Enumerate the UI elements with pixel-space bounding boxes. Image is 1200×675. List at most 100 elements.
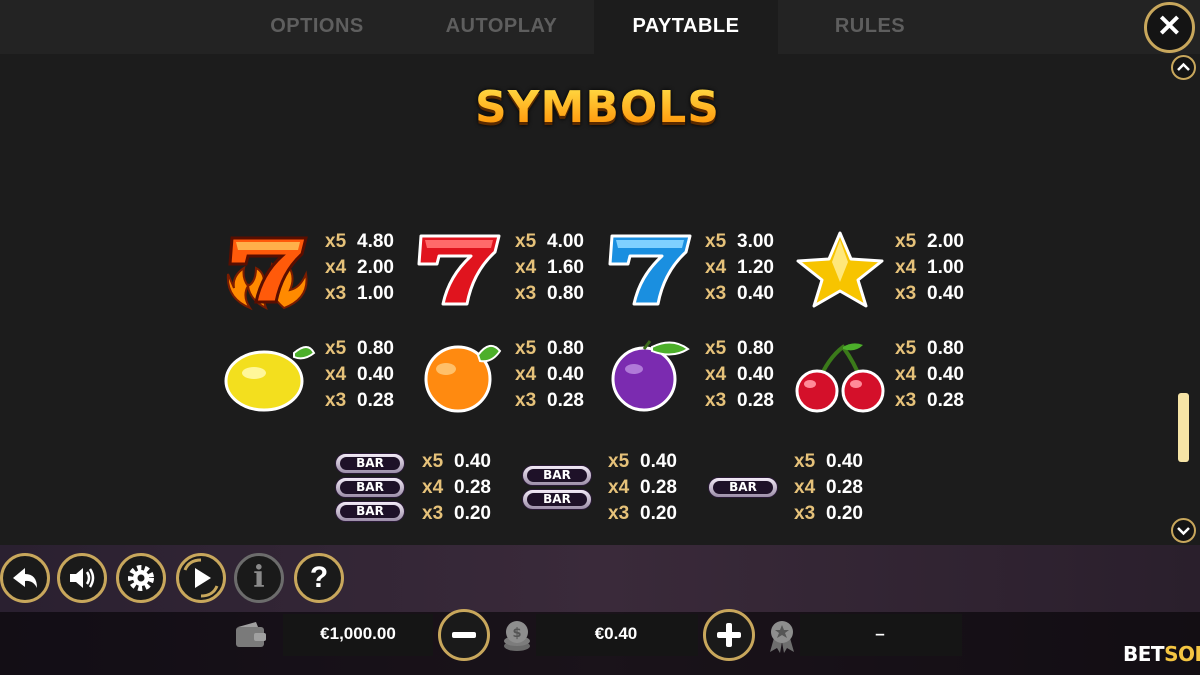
pay-value: 0.28: [826, 477, 863, 498]
pay-value: 0.40: [826, 451, 863, 472]
chevron-down-icon: [1177, 527, 1190, 536]
paytable-red-seven: x5 4.00 x4 1.60 x3 0.80: [515, 229, 584, 307]
tab-paytable[interactable]: PAYTABLE: [594, 0, 778, 54]
paytable-orange: x5 0.80 x4 0.40 x3 0.28: [515, 336, 584, 414]
tab-rules[interactable]: RULES: [778, 0, 962, 54]
paytable-lemon: x5 0.80 x4 0.40 x3 0.28: [325, 336, 394, 414]
tab-autoplay[interactable]: AUTOPLAY: [409, 0, 594, 54]
section-title: SYMBOLS: [0, 82, 1195, 133]
pay-count: x4: [515, 257, 537, 278]
pay-count: x4: [705, 257, 727, 278]
pay-value: 0.40: [737, 364, 774, 385]
sound-button[interactable]: [57, 553, 107, 603]
help-icon: ?: [309, 561, 329, 594]
lemon-icon: [224, 339, 316, 418]
back-icon: [13, 568, 37, 588]
scrollbar-thumb[interactable]: [1178, 393, 1189, 462]
blue-seven-icon: [606, 232, 694, 313]
pay-value: 0.20: [640, 503, 677, 524]
bet-decrease-button[interactable]: [438, 609, 490, 661]
pay-count: x3: [895, 283, 917, 304]
fire-seven-icon: [220, 228, 316, 317]
pay-count: x3: [895, 390, 917, 411]
paytable-single-bar: x5 0.40 x4 0.28 x3 0.20: [794, 449, 863, 527]
red-seven-icon: [415, 232, 503, 313]
pay-value: 1.20: [737, 257, 774, 278]
single-bar-icon: BAR: [708, 477, 780, 501]
info-icon: i: [253, 560, 265, 595]
pay-count: x5: [515, 231, 537, 252]
pay-value: 0.28: [547, 390, 584, 411]
autoplay-button[interactable]: [176, 553, 226, 603]
pay-count: x4: [608, 477, 630, 498]
plus-icon: [717, 623, 741, 647]
bar-plate: BAR: [522, 489, 592, 510]
settings-icon: [128, 565, 154, 591]
pay-value: 0.28: [640, 477, 677, 498]
pay-count: x5: [608, 451, 630, 472]
pay-count: x5: [705, 231, 727, 252]
settings-button[interactable]: [116, 553, 166, 603]
pay-value: 1.00: [927, 257, 964, 278]
pay-count: x3: [422, 503, 444, 524]
pay-count: x5: [794, 451, 816, 472]
pay-value: 2.00: [357, 257, 394, 278]
pay-count: x4: [705, 364, 727, 385]
back-button[interactable]: [0, 553, 50, 603]
pay-value: 0.40: [454, 451, 491, 472]
pay-value: 2.00: [927, 231, 964, 252]
pay-count: x3: [705, 390, 727, 411]
pay-value: 1.00: [357, 283, 394, 304]
pay-value: 0.28: [454, 477, 491, 498]
paytable-screen: OPTIONS AUTOPLAY PAYTABLE RULES ✕ SYMBOL…: [0, 0, 1200, 675]
plum-icon: [610, 339, 694, 418]
autoplay-icon: [183, 558, 219, 598]
double-bar-icon: BAR BAR: [522, 465, 594, 513]
bet-value: €0.40: [594, 624, 638, 643]
pay-value: 0.40: [547, 364, 584, 385]
pay-count: x4: [895, 364, 917, 385]
pay-count: x5: [895, 231, 917, 252]
pay-count: x3: [705, 283, 727, 304]
pay-count: x3: [608, 503, 630, 524]
win-award-icon: [765, 618, 799, 659]
pay-count: x3: [325, 390, 347, 411]
pay-count: x3: [794, 503, 816, 524]
help-button[interactable]: ?: [294, 553, 344, 603]
pay-count: x4: [515, 364, 537, 385]
info-button[interactable]: i: [234, 553, 284, 603]
pay-value: 0.20: [826, 503, 863, 524]
pay-count: x4: [895, 257, 917, 278]
pay-value: 0.40: [927, 283, 964, 304]
sound-icon: [70, 568, 95, 588]
cherry-icon: [793, 339, 887, 418]
bar-plate: BAR: [708, 477, 778, 498]
pay-value: 1.60: [547, 257, 584, 278]
triple-bar-icon: BAR BAR BAR: [335, 453, 407, 525]
bar-plate: BAR: [335, 501, 405, 522]
pay-value: 0.80: [357, 338, 394, 359]
tab-options[interactable]: OPTIONS: [225, 0, 409, 54]
pay-count: x4: [325, 364, 347, 385]
chevron-up-icon: [1177, 62, 1190, 71]
pay-value: 0.40: [737, 283, 774, 304]
pay-value: 0.80: [547, 283, 584, 304]
scroll-down-button[interactable]: [1171, 518, 1196, 543]
coins-icon: $: [500, 618, 534, 657]
close-button[interactable]: ✕: [1144, 2, 1195, 53]
paytable-plum: x5 0.80 x4 0.40 x3 0.28: [705, 336, 774, 414]
pay-value: 0.80: [737, 338, 774, 359]
pay-value: 0.40: [927, 364, 964, 385]
svg-text:$: $: [512, 626, 521, 641]
pay-count: x3: [325, 283, 347, 304]
scroll-up-button[interactable]: [1171, 55, 1196, 80]
betsoft-logo: BETSOFT: [1123, 642, 1200, 666]
pay-value: 0.28: [357, 390, 394, 411]
paytable-double-bar: x5 0.40 x4 0.28 x3 0.20: [608, 449, 677, 527]
bet-increase-button[interactable]: [703, 609, 755, 661]
star-icon: [794, 230, 886, 313]
bar-plate: BAR: [335, 453, 405, 474]
paytable-fire-seven: x5 4.80 x4 2.00 x3 1.00: [325, 229, 394, 307]
pay-count: x4: [325, 257, 347, 278]
pay-value: 0.20: [454, 503, 491, 524]
